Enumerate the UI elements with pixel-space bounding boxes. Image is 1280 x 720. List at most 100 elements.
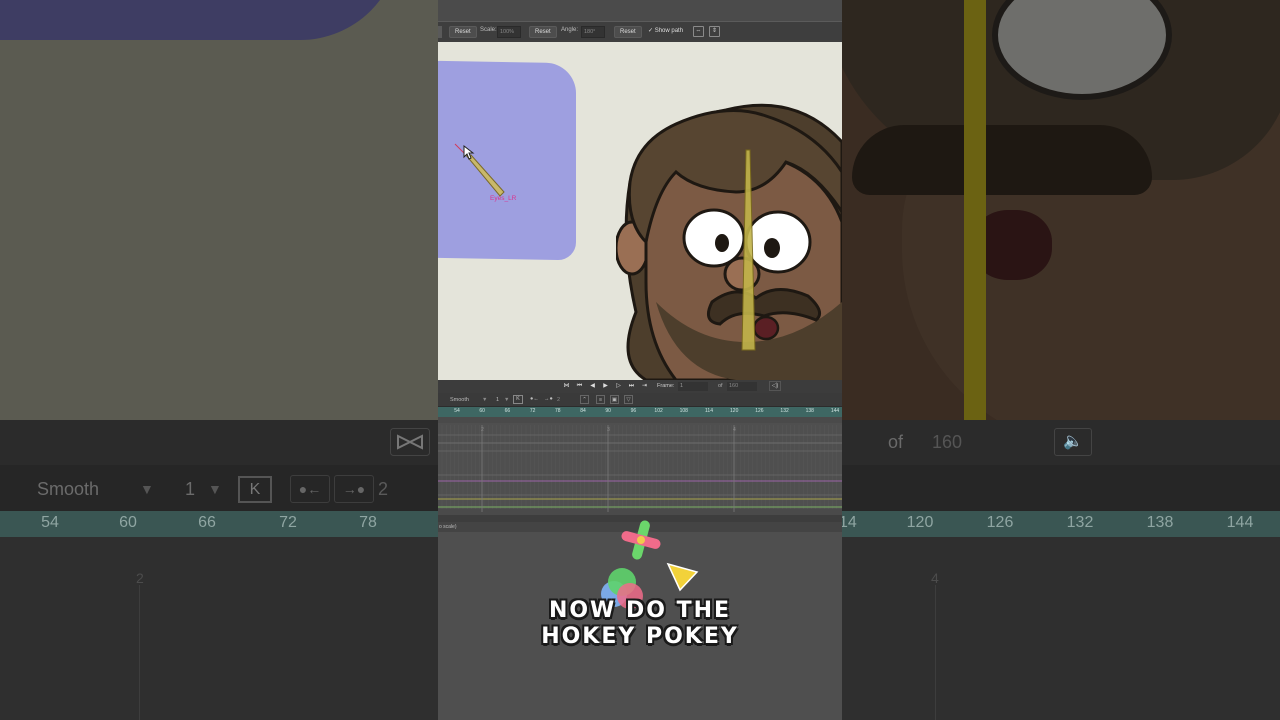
blurred-ruler-tick: 60: [119, 514, 137, 531]
ruler-tick-label: 102: [654, 408, 663, 414]
ruler-tick-label: 126: [755, 408, 764, 414]
ruler-tick-label: 132: [780, 408, 789, 414]
prev-key-icon[interactable]: ●←: [530, 396, 539, 402]
blurred-of-label: of: [888, 432, 904, 452]
blurred-next-key-icon: →●: [334, 475, 374, 503]
blurred-timeline-left: 2: [0, 537, 438, 720]
total-frames-field[interactable]: 160: [727, 382, 757, 391]
blurred-ruler-right: 114 120 126 132 138 144: [842, 511, 1280, 537]
reset-scale-button[interactable]: Reset: [529, 26, 557, 38]
next-keyframe-icon[interactable]: ⇥: [640, 382, 649, 391]
menu-strip: [438, 0, 842, 22]
flip-horizontal-icon[interactable]: ⇔: [693, 26, 704, 37]
graph-icon[interactable]: ≡: [596, 395, 605, 404]
speaker-icon[interactable]: ◁): [769, 381, 781, 391]
flip-vertical-icon[interactable]: ⇕: [709, 26, 720, 37]
blurred-ruler-tick: 78: [359, 514, 377, 531]
video-frame: Smooth ▼ 1 ▼ K ●← →● 2 54 60 66 72 78 2: [0, 0, 1280, 720]
blurred-ruler-tick: 66: [198, 514, 216, 531]
interpolation-select[interactable]: Smooth: [450, 397, 469, 403]
ruler-tick-label: 144: [830, 408, 840, 414]
blurred-interval-dropdown-icon: ▼: [208, 481, 222, 497]
interval-field[interactable]: 1: [496, 397, 499, 403]
frame-ruler[interactable]: 54 60 66 72 78 84 90 96 102 108 114 120 126 132 138 144: [438, 407, 842, 417]
angle-label: Angle:: [561, 27, 579, 33]
frame-marker-label: 3: [607, 427, 610, 433]
delete-key-icon[interactable]: ▽: [624, 395, 633, 404]
mouse-pointer-icon: [463, 145, 475, 160]
blurred-ruler-tick: 120: [906, 514, 934, 531]
caption-line-1: NOW DO THE: [548, 598, 732, 623]
video-caption: NOW DO THE HOKEY POKEY: [438, 598, 842, 650]
ruler-tick-label: 90: [605, 408, 611, 414]
ruler-tick-label: 78: [555, 408, 561, 414]
blurred-marker: 2: [136, 570, 144, 586]
blurred-ruler-tick: 138: [1146, 514, 1174, 531]
step-forward-icon[interactable]: ▷: [614, 382, 623, 391]
show-path-checkbox[interactable]: ✓ Show path: [648, 27, 683, 34]
timeline-channels: 2 3 4: [438, 425, 842, 512]
checkmark-icon: ✓: [648, 28, 654, 34]
ruler-tick-label: 108: [679, 408, 688, 414]
key-box[interactable]: K: [513, 395, 523, 404]
character-head[interactable]: [616, 102, 842, 380]
bone-tool-options-bar: Reset Scale: 100% Reset Angle: 180° Rese…: [438, 22, 842, 42]
blurred-timeline-right: 4: [842, 537, 1280, 720]
ruler-tick-label: 114: [705, 408, 713, 414]
blurred-key-bar: Smooth ▼ 1 ▼ K ●← →● 2: [0, 465, 438, 511]
blurred-key-box: K: [238, 476, 272, 503]
animation-app-window: Reset Scale: 100% Reset Angle: 180° Rese…: [438, 0, 842, 720]
timeline-grid[interactable]: 2 3 4: [438, 417, 842, 515]
blurred-ruler-tick: 132: [1066, 514, 1094, 531]
reset-angle-button[interactable]: Reset: [614, 26, 642, 38]
frame-field[interactable]: 1: [678, 382, 708, 391]
blurred-transport-bar-right: of 160 🔈: [842, 420, 1280, 465]
caption-line-2: HOKEY POKEY: [541, 624, 739, 649]
blurred-smooth-label: Smooth: [37, 479, 100, 499]
ruler-tick-label: 66: [504, 408, 511, 414]
blurred-ruler-left: 54 60 66 72 78: [0, 511, 438, 537]
blurred-ruler-tick: 126: [986, 514, 1014, 531]
blurred-speaker-icon: 🔈: [1054, 428, 1092, 456]
blurred-prev-key-icon: ●←: [290, 475, 330, 503]
reset-translation-button[interactable]: Reset: [449, 26, 477, 38]
canvas-viewport[interactable]: Eyes_LR: [438, 42, 842, 380]
ruler-tick-label: 54: [454, 408, 460, 414]
ruler-tick-label: 72: [529, 408, 536, 414]
step-back-icon[interactable]: ◀: [588, 382, 597, 391]
show-path-label: Show path: [654, 28, 684, 34]
chevron-down-icon[interactable]: ▼: [482, 397, 487, 403]
blurred-ruler-tick: 72: [279, 514, 297, 531]
next-key-icon[interactable]: →●: [544, 396, 553, 402]
angle-field[interactable]: 180°: [581, 26, 605, 38]
go-to-end-icon[interactable]: ⏭: [627, 382, 636, 391]
blurred-dropdown-icon: ▼: [140, 481, 154, 497]
chevron-down-icon[interactable]: ▼: [504, 397, 509, 403]
keyframe-bar: Smooth ▼ 1 ▼ K ●← →● 2 ⌃ ≡ ▣ ▽: [438, 393, 842, 407]
ruler-tick-label: 96: [630, 408, 637, 414]
camera-icon[interactable]: ▣: [610, 395, 619, 404]
scale-field[interactable]: 100%: [497, 26, 521, 38]
blurred-total-frames: 160: [932, 432, 963, 452]
blurred-transport-bar: [0, 420, 438, 465]
blurred-interval: 1: [185, 479, 196, 499]
blurred-loop-icon: [390, 428, 430, 456]
go-to-start-icon[interactable]: ⏮: [575, 382, 584, 391]
channel-count: 2: [557, 397, 561, 403]
scale-label: Scale:: [480, 27, 497, 33]
loop-icon[interactable]: ⋈: [562, 382, 571, 391]
blurred-background-left: Smooth ▼ 1 ▼ K ●← →● 2 54 60 66 72 78 2: [0, 0, 438, 720]
blurred-canvas: [0, 0, 438, 420]
bone-label: Eyes_LR: [490, 195, 517, 202]
blurred-ruler-tick: 54: [41, 514, 59, 531]
play-icon[interactable]: ▶: [601, 382, 610, 391]
frame-label: Frame:: [657, 383, 675, 389]
ruler-tick-label: 120: [730, 408, 739, 414]
frame-marker-label: 2: [481, 427, 484, 433]
playback-controls: ⋈ ⏮ ◀ ▶ ▷ ⏭ ⇥ Frame: 1 of 160 ◁): [438, 380, 842, 393]
pin-icon[interactable]: ⌃: [580, 395, 589, 404]
ruler-tick-label: 60: [479, 408, 485, 414]
frame-marker-label: 4: [733, 427, 736, 433]
blurred-count: 2: [378, 479, 389, 499]
ruler-tick-label: 138: [805, 408, 814, 414]
